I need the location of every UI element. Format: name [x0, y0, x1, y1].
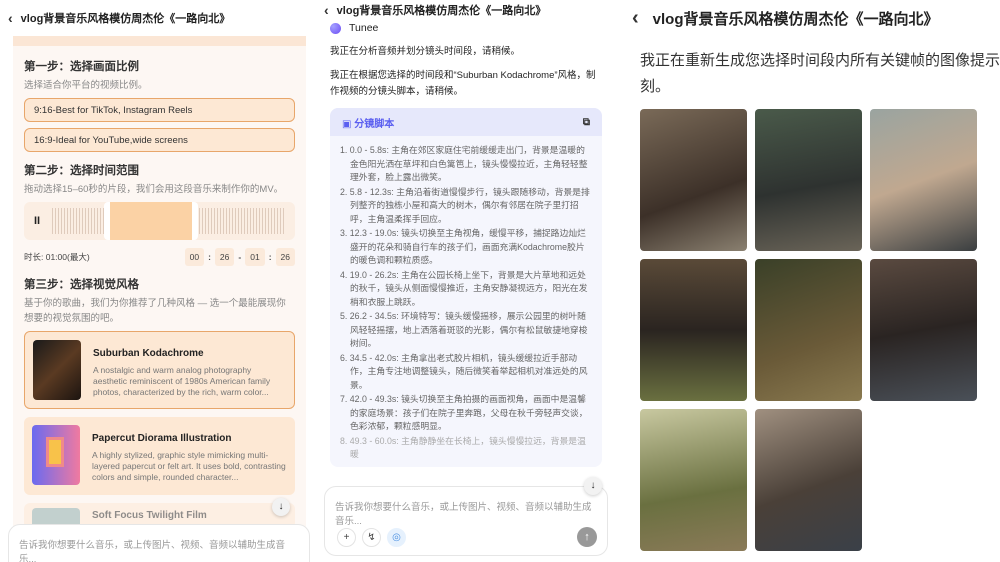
step3-title: 第三步：选择视觉风格: [24, 279, 139, 291]
prompt-input[interactable]: 告诉我你想要什么音乐，或上传图片、视频、音频以辅助生成音乐... + ↯ ◎ ↑: [324, 486, 608, 556]
time-range-inputs: 00 : 26 - 01 : 26: [184, 248, 295, 266]
assistant-message: 我正在根据您选择的时间段和“Suburban Kodachrome”风格，制作视…: [330, 70, 596, 97]
page-title: vlog背景音乐风格模仿周杰伦《一路向北》: [336, 5, 547, 17]
keyframe-image[interactable]: [755, 409, 862, 551]
header: ‹ vlog背景音乐风格模仿周杰伦《一路向北》: [0, 0, 312, 36]
step2-title: 第二步：选择时间范围: [24, 165, 139, 177]
start-second[interactable]: 26: [214, 248, 235, 266]
style-name: Soft Focus Twilight Film: [92, 510, 207, 521]
prompt-placeholder: 告诉我你想要什么音乐，或上传图片、视频、音频以辅助生成音乐...: [335, 502, 592, 527]
scroll-down-button[interactable]: ↓: [584, 477, 602, 495]
page-title: vlog背景音乐风格模仿周杰伦《一路向北》: [652, 10, 939, 28]
add-icon[interactable]: +: [337, 528, 356, 547]
copy-icon[interactable]: ⧉: [583, 117, 590, 128]
style-option-suburban-kodachrome[interactable]: Suburban Kodachrome A nostalgic and warm…: [24, 331, 295, 409]
style-desc: A highly stylized, graphic style mimicki…: [92, 450, 286, 482]
back-icon[interactable]: ‹: [632, 7, 639, 30]
storyboard-item: 3. 12.3 - 19.0s: 镜头切换至主角视角，缓慢平移，捕捉路边灿烂盛开…: [340, 228, 586, 265]
ratio-option-9-16[interactable]: 9:16-Best for TikTok, Instagram Reels: [24, 98, 295, 122]
message-line: 刻。: [640, 78, 671, 95]
end-minute[interactable]: 01: [245, 248, 265, 266]
keyframe-image[interactable]: [870, 259, 977, 401]
keyframe-image[interactable]: [640, 259, 747, 401]
step2-desc: 拖动选择15–60秒的片段，我们会用这段音乐来制作你的MV。: [24, 184, 284, 195]
colon: :: [268, 252, 272, 262]
header: ‹ vlog背景音乐风格模仿周杰伦《一路向北》: [320, 0, 612, 20]
start-minute[interactable]: 00: [184, 248, 205, 266]
globe-icon[interactable]: ◎: [387, 528, 406, 547]
storyboard-item: 8. 49.3 - 60.0s: 主角静静坐在长椅上，镜头慢慢拉远，背景是温暖: [340, 435, 586, 460]
step1-title: 第一步：选择画面比例: [24, 61, 139, 73]
script-icon: ▣: [342, 118, 352, 130]
waveform-range-selector[interactable]: II: [24, 202, 295, 240]
lightning-icon[interactable]: ↯: [362, 528, 381, 547]
keyframe-image[interactable]: [640, 409, 747, 551]
style-name: Suburban Kodachrome: [93, 348, 204, 359]
style-name: Papercut Diorama Illustration: [92, 433, 232, 444]
script-title: 分镜脚本: [354, 118, 395, 130]
storyboard-list: 1. 0.0 - 5.8s: 主角在郊区家庭住宅前缓缓走出门，背景是温暖的金色阳…: [330, 136, 602, 467]
style-desc: A nostalgic and warm analog photography …: [93, 365, 271, 397]
step3-desc: 基于你的歌曲，我们为你推荐了几种风格 — 选一个最能展现你想要的视觉氛围的吧。: [24, 298, 286, 324]
storyboard-item: 5. 26.2 - 34.5s: 环境特写：镜头缓慢摇移，展示公园里的树叶随风轻…: [340, 311, 588, 348]
message-line: 我正在重新生成您选择时间段内所有关键帧的图像提示，: [640, 52, 1000, 69]
storyboard-item: 2. 5.8 - 12.3s: 主角沿着街道慢慢步行，镜头跟随移动，背景是排列整…: [340, 186, 590, 224]
assistant-message: 我正在分析音频并划分镜头时间段，请稍候。: [330, 46, 521, 57]
assistant-message: 我正在重新生成您选择时间段内所有关键帧的图像提示， 刻。: [640, 48, 1000, 100]
style-thumbnail: [33, 340, 81, 400]
colon: :: [208, 252, 211, 262]
storyboard-script-card: ▣ 分镜脚本 ⧉ 1. 0.0 - 5.8s: 主角在郊区家庭住宅前缓缓走出门，背…: [330, 108, 602, 467]
keyframe-image-grid: [640, 109, 977, 551]
dash: -: [238, 252, 242, 262]
prompt-input[interactable]: 告诉我你想要什么音乐，或上传图片、视频、音频以辅助生成音乐...: [8, 524, 310, 562]
tunee-avatar: [330, 22, 341, 34]
storyboard-item: 7. 42.0 - 49.3s: 镜头切换至主角拍摄的画面视角，画面中是温馨的家…: [340, 394, 588, 431]
style-option-papercut-diorama[interactable]: Papercut Diorama Illustration A highly s…: [24, 417, 295, 495]
keyframe-image[interactable]: [755, 109, 862, 251]
end-second[interactable]: 26: [275, 248, 295, 266]
back-icon[interactable]: ‹: [8, 10, 13, 26]
keyframe-images-panel: ‹ vlog背景音乐风格模仿周杰伦《一路向北》 我正在重新生成您选择时间段内所有…: [620, 0, 1000, 562]
scroll-down-button[interactable]: ↓: [272, 498, 290, 516]
duration-label: 时长: 01:00(最大): [24, 252, 90, 262]
keyframe-image[interactable]: [755, 259, 862, 401]
page-title: vlog背景音乐风格模仿周杰伦《一路向北》: [20, 13, 231, 25]
send-button[interactable]: ↑: [577, 527, 597, 547]
header: ‹ vlog背景音乐风格模仿周杰伦《一路向北》: [620, 0, 1000, 36]
style-thumbnail: [32, 425, 80, 485]
step1-desc: 选择适合你平台的视频比例。: [24, 80, 148, 91]
storyboard-item: 6. 34.5 - 42.0s: 主角拿出老式胶片相机，镜头缓缓拉近手部动作，主…: [340, 352, 588, 390]
keyframe-image[interactable]: [640, 109, 747, 251]
assistant-name: Tunee: [349, 22, 379, 34]
back-icon[interactable]: ‹: [324, 2, 329, 18]
storyboard-chat-panel: ‹ vlog背景音乐风格模仿周杰伦《一路向北》 Tunee 我正在分析音频并划分…: [320, 0, 612, 562]
mv-setup-card: 第一步：选择画面比例 选择适合你平台的视频比例。 9:16-Best for T…: [13, 36, 306, 556]
pause-icon[interactable]: II: [34, 215, 54, 227]
storyboard-item: 1. 0.0 - 5.8s: 主角在郊区家庭住宅前缓缓走出门，背景是温暖的金色阳…: [340, 145, 588, 182]
keyframe-image[interactable]: [870, 109, 977, 251]
storyboard-item: 4. 19.0 - 26.2s: 主角在公园长椅上坐下，背景是大片草地和远处的秋…: [340, 269, 588, 307]
range-selection-handle[interactable]: [104, 202, 198, 240]
style-setup-panel: ‹ vlog背景音乐风格模仿周杰伦《一路向北》 第一步：选择画面比例 选择适合你…: [0, 0, 312, 562]
ratio-option-16-9[interactable]: 16:9-Ideal for YouTube,wide screens: [24, 128, 295, 152]
